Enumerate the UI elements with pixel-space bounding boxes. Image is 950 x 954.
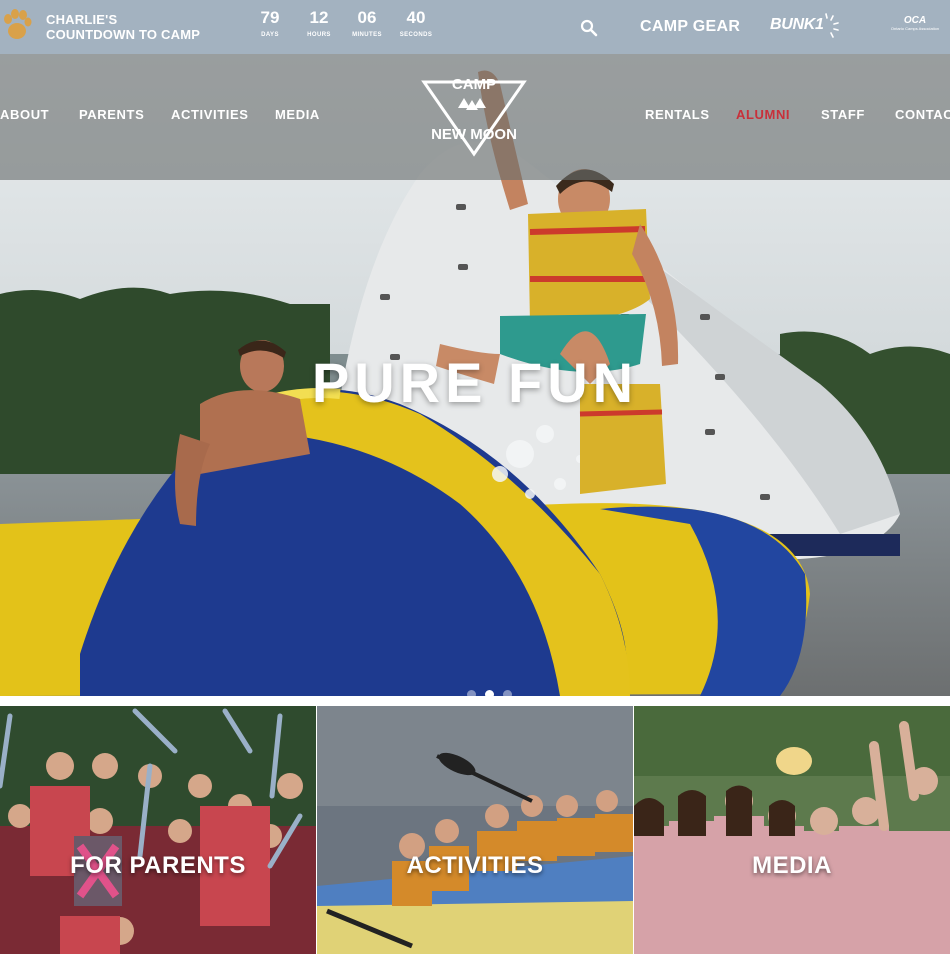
countdown-minutes-unit: MINUTES (352, 32, 382, 38)
countdown-hours-value: 12 (309, 8, 329, 27)
tile-label-media: MEDIA (752, 852, 832, 879)
nav-activities[interactable]: ACTIVITIES (171, 107, 249, 122)
oca-logo[interactable]: OCA Ontario Camps Association (890, 15, 940, 32)
countdown-minutes-value: 06 (357, 8, 377, 27)
media-photo (634, 706, 950, 954)
countdown-label-line2: COUNTDOWN TO CAMP (46, 27, 201, 42)
tile-media[interactable]: MEDIA (634, 706, 950, 954)
nav-alumni[interactable]: ALUMNI (736, 107, 790, 122)
paw-icon (4, 9, 32, 39)
activities-photo (317, 706, 633, 954)
tile-for-parents[interactable]: FOR PARENTS (0, 706, 316, 954)
nav-contact[interactable]: CONTACT (895, 107, 950, 122)
countdown-seconds: 40 SECONDS (394, 8, 438, 38)
main-nav: ABOUT PARENTS ACTIVITIES MEDIA CAMP NEW … (0, 54, 950, 180)
slider-dots (0, 690, 950, 699)
countdown-hours-unit: HOURS (307, 32, 331, 38)
hero-title: PURE FUN (311, 351, 639, 414)
nav-media[interactable]: MEDIA (275, 107, 320, 122)
nav-parents[interactable]: PARENTS (79, 107, 144, 122)
countdown-minutes: 06 MINUTES (345, 8, 389, 38)
countdown-seconds-value: 40 (406, 8, 426, 27)
top-bar: CHARLIE'S COUNTDOWN TO CAMP 79 DAYS 12 H… (0, 0, 950, 54)
countdown-days-unit: DAYS (261, 32, 279, 38)
oca-logo-text: OCA (903, 15, 927, 26)
logo-text-new-moon: NEW MOON (431, 126, 517, 143)
camp-gear-link[interactable]: CAMP GEAR (640, 18, 740, 36)
countdown-hours: 12 HOURS (297, 8, 341, 38)
nav-about[interactable]: ABOUT (0, 107, 49, 122)
countdown-days-value: 79 (260, 8, 280, 27)
nav-rentals[interactable]: RENTALS (645, 107, 710, 122)
tile-label-for-parents: FOR PARENTS (70, 852, 246, 879)
camp-new-moon-logo[interactable]: CAMP NEW MOON (420, 68, 528, 158)
nav-staff[interactable]: STAFF (821, 107, 865, 122)
countdown-label: CHARLIE'S COUNTDOWN TO CAMP (46, 12, 200, 42)
slider-dot-1[interactable] (467, 690, 476, 699)
logo-text-camp: CAMP (451, 76, 497, 93)
countdown-seconds-unit: SECONDS (399, 32, 433, 38)
oca-logo-subtext: Ontario Camps Association (890, 26, 940, 31)
slider-dot-3[interactable] (503, 690, 512, 699)
search-icon[interactable] (580, 19, 598, 37)
tile-label-activities: ACTIVITIES (406, 852, 544, 879)
tile-activities[interactable]: ACTIVITIES (317, 706, 633, 954)
countdown-label-line1: CHARLIE'S (46, 12, 118, 27)
for-parents-photo (0, 706, 316, 954)
feature-tiles: FOR PARENTS ACTIVITIES MEDIA (0, 706, 950, 954)
slider-dot-2[interactable] (485, 690, 494, 699)
bunk1-sunburst-icon (825, 13, 839, 38)
countdown-days: 79 DAYS (248, 8, 292, 38)
